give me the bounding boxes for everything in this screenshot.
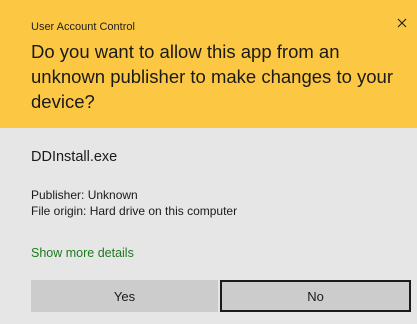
uac-question: Do you want to allow this app from an un… bbox=[31, 41, 393, 112]
yes-button-label: Yes bbox=[113, 288, 136, 304]
yes-button[interactable]: Yes bbox=[31, 280, 218, 312]
show-more-details-link[interactable]: Show more details bbox=[31, 246, 134, 260]
no-button[interactable]: No bbox=[220, 280, 411, 312]
publisher-text: Publisher: Unknown bbox=[31, 188, 138, 202]
uac-header: User Account Control Do you want to allo… bbox=[0, 0, 417, 128]
publisher-info: Publisher: Unknown File origin: Hard dri… bbox=[31, 187, 237, 219]
dialog-title: User Account Control bbox=[31, 21, 135, 33]
uac-body: DDInstall.exe Publisher: Unknown File or… bbox=[0, 128, 417, 324]
close-icon bbox=[397, 18, 407, 28]
uac-dialog: User Account Control Do you want to allo… bbox=[0, 0, 417, 324]
file-origin-text: File origin: Hard drive on this computer bbox=[31, 204, 238, 218]
no-button-label: No bbox=[307, 288, 324, 304]
close-button[interactable] bbox=[393, 14, 411, 32]
app-name: DDInstall.exe bbox=[31, 149, 118, 165]
